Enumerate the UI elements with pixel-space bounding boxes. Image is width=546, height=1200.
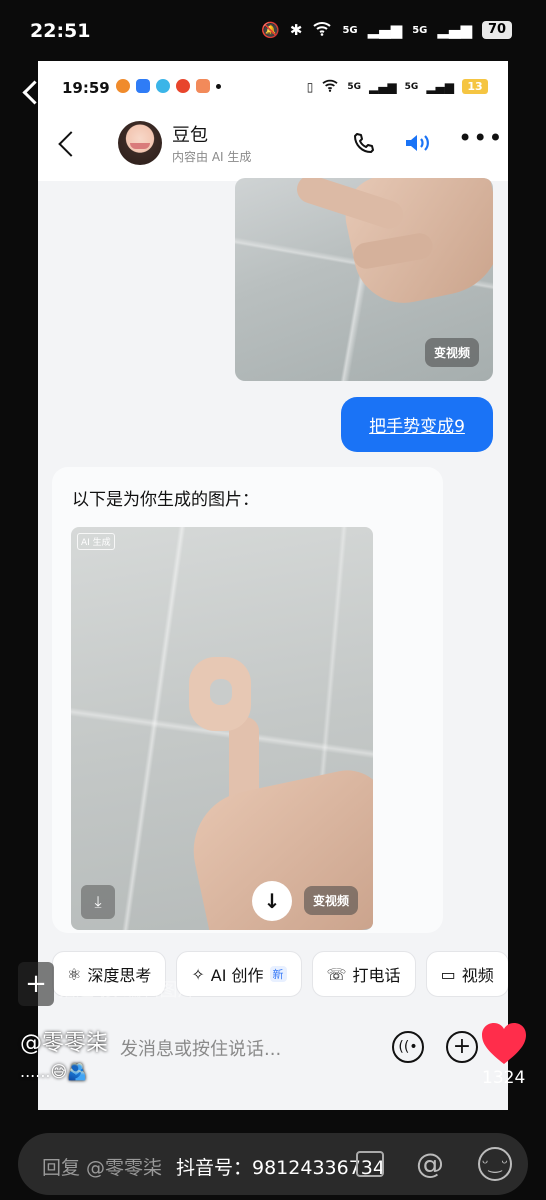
signal-5g-label-1: 5G [342, 24, 358, 36]
reply-placeholder: 回复 @零零柒 [42, 1157, 163, 1179]
video-author[interactable]: @零零柒 [20, 1025, 108, 1057]
chat-header: 豆包 内容由 AI 生成 ••• [38, 111, 508, 181]
app-icon-face [196, 79, 210, 93]
signal-icon-1: ▂▄▆ [368, 79, 397, 94]
back-arrow-icon[interactable] [58, 131, 84, 157]
contact-name: 豆包 [172, 125, 208, 146]
more-options-icon[interactable]: ••• [458, 126, 503, 150]
sent-image-victory-gesture[interactable]: 变视频 [235, 178, 493, 381]
voice-wave-icon[interactable]: ((• [392, 1031, 424, 1063]
inner-status-bar: 19:59 ▯ 5G ▂▄▆ 5G ▂▄▆ 13 [38, 61, 508, 111]
user-message-bubble[interactable]: 把手势变成9 [341, 397, 493, 452]
app-icon-blue [136, 79, 150, 93]
mute-icon: 🔕 [261, 21, 280, 39]
inner-time: 19:59 [62, 79, 110, 97]
heart-like-icon[interactable] [480, 1022, 528, 1070]
outer-status-bar: 22:51 🔕 ✱ 5G ▂▄▆ 5G ▂▄▆ 70 [0, 0, 546, 60]
contact-subtitle: 内容由 AI 生成 [172, 150, 252, 164]
app-icon-red [176, 79, 190, 93]
to-video-button[interactable]: 变视频 [304, 886, 359, 915]
wifi-icon [321, 78, 339, 95]
to-video-button[interactable]: 变视频 [425, 338, 480, 367]
ai-reply-text: 以下是为你生成的图片： [72, 490, 259, 510]
phone-icon: ☏ [326, 964, 347, 984]
chip-label: 视频 [461, 966, 494, 985]
recorded-phone-screen: 19:59 ▯ 5G ▂▄▆ 5G ▂▄▆ 13 豆包 内容由 AI 生成 ••… [38, 61, 508, 1110]
signal-icon-2: ▂▄▆ [426, 79, 454, 94]
signal-icon-2: ▂▄▆ [437, 21, 472, 39]
bluetooth-icon: ✱ [289, 21, 303, 39]
notification-icons [116, 79, 221, 93]
signal-icon-1: ▂▄▆ [367, 21, 403, 39]
generated-image[interactable]: AI 生成 ⤓ ↓ 变视频 [71, 527, 373, 930]
video-icon: ▭ [440, 964, 456, 984]
more-dot-icon [216, 83, 221, 89]
download-round-icon[interactable]: ↓ [252, 881, 292, 921]
download-icon[interactable]: ⤓ [81, 885, 115, 919]
avatar[interactable] [118, 121, 162, 165]
battery-level: 70 [482, 21, 512, 39]
signal-5g-label-1: 5G [347, 81, 361, 92]
user-message-text: 把手势变成9 [369, 417, 465, 437]
ai-generated-tag: AI 生成 [77, 533, 115, 550]
comment-reply-bar[interactable]: 回复 @零零柒 抖音号：98124336734 @ ᵕ‿ᵕ [18, 1133, 528, 1195]
phone-call-icon[interactable] [352, 131, 376, 159]
message-input-bar: 发消息或按住说话... ((• + [38, 1011, 508, 1081]
new-badge: 新 [269, 966, 287, 982]
vibrate-icon: ▯ [306, 79, 314, 94]
chip-call[interactable]: ☏ 打电话 [311, 951, 416, 997]
app-icon-map [156, 79, 170, 93]
ai-reply-bubble: 以下是为你生成的图片： AI 生成 ⤓ ↓ 变视频 [52, 467, 443, 933]
emoji-icon[interactable]: ᵕ‿ᵕ [478, 1147, 512, 1181]
like-count: 1324 [482, 1068, 526, 1088]
outer-status-icons: 🔕 ✱ 5G ▂▄▆ 5G ▂▄▆ 70 [261, 20, 512, 40]
outer-time: 22:51 [30, 20, 91, 42]
chip-label: 打电话 [352, 966, 401, 985]
wifi-icon [312, 20, 332, 40]
app-icon-orange [116, 79, 130, 93]
douyin-id-watermark: 抖音号：98124336734 [176, 1157, 385, 1179]
chip-video[interactable]: ▭ 视频 [425, 951, 508, 997]
overlay-add-icon[interactable]: + [18, 962, 54, 1006]
speaker-icon[interactable] [403, 131, 433, 159]
add-plus-icon[interactable]: + [446, 1031, 478, 1063]
chip-label: AI 创作 [210, 966, 264, 985]
finger-loop-hole [210, 679, 232, 705]
video-caption: ......😅🫂 [20, 1062, 88, 1081]
at-mention-icon[interactable]: @ [416, 1147, 444, 1180]
inner-status-icons: ▯ 5G ▂▄▆ 5G ▂▄▆ 13 [307, 78, 488, 95]
message-input[interactable]: 发消息或按住说话... [120, 1035, 281, 1061]
signal-5g-label-2: 5G [412, 24, 428, 36]
signal-5g-label-2: 5G [404, 81, 419, 92]
overlay-faint-text: 拍题 按 编辑图片 [58, 980, 196, 1001]
battery-level: 13 [462, 79, 488, 94]
image-icon[interactable] [356, 1151, 384, 1177]
